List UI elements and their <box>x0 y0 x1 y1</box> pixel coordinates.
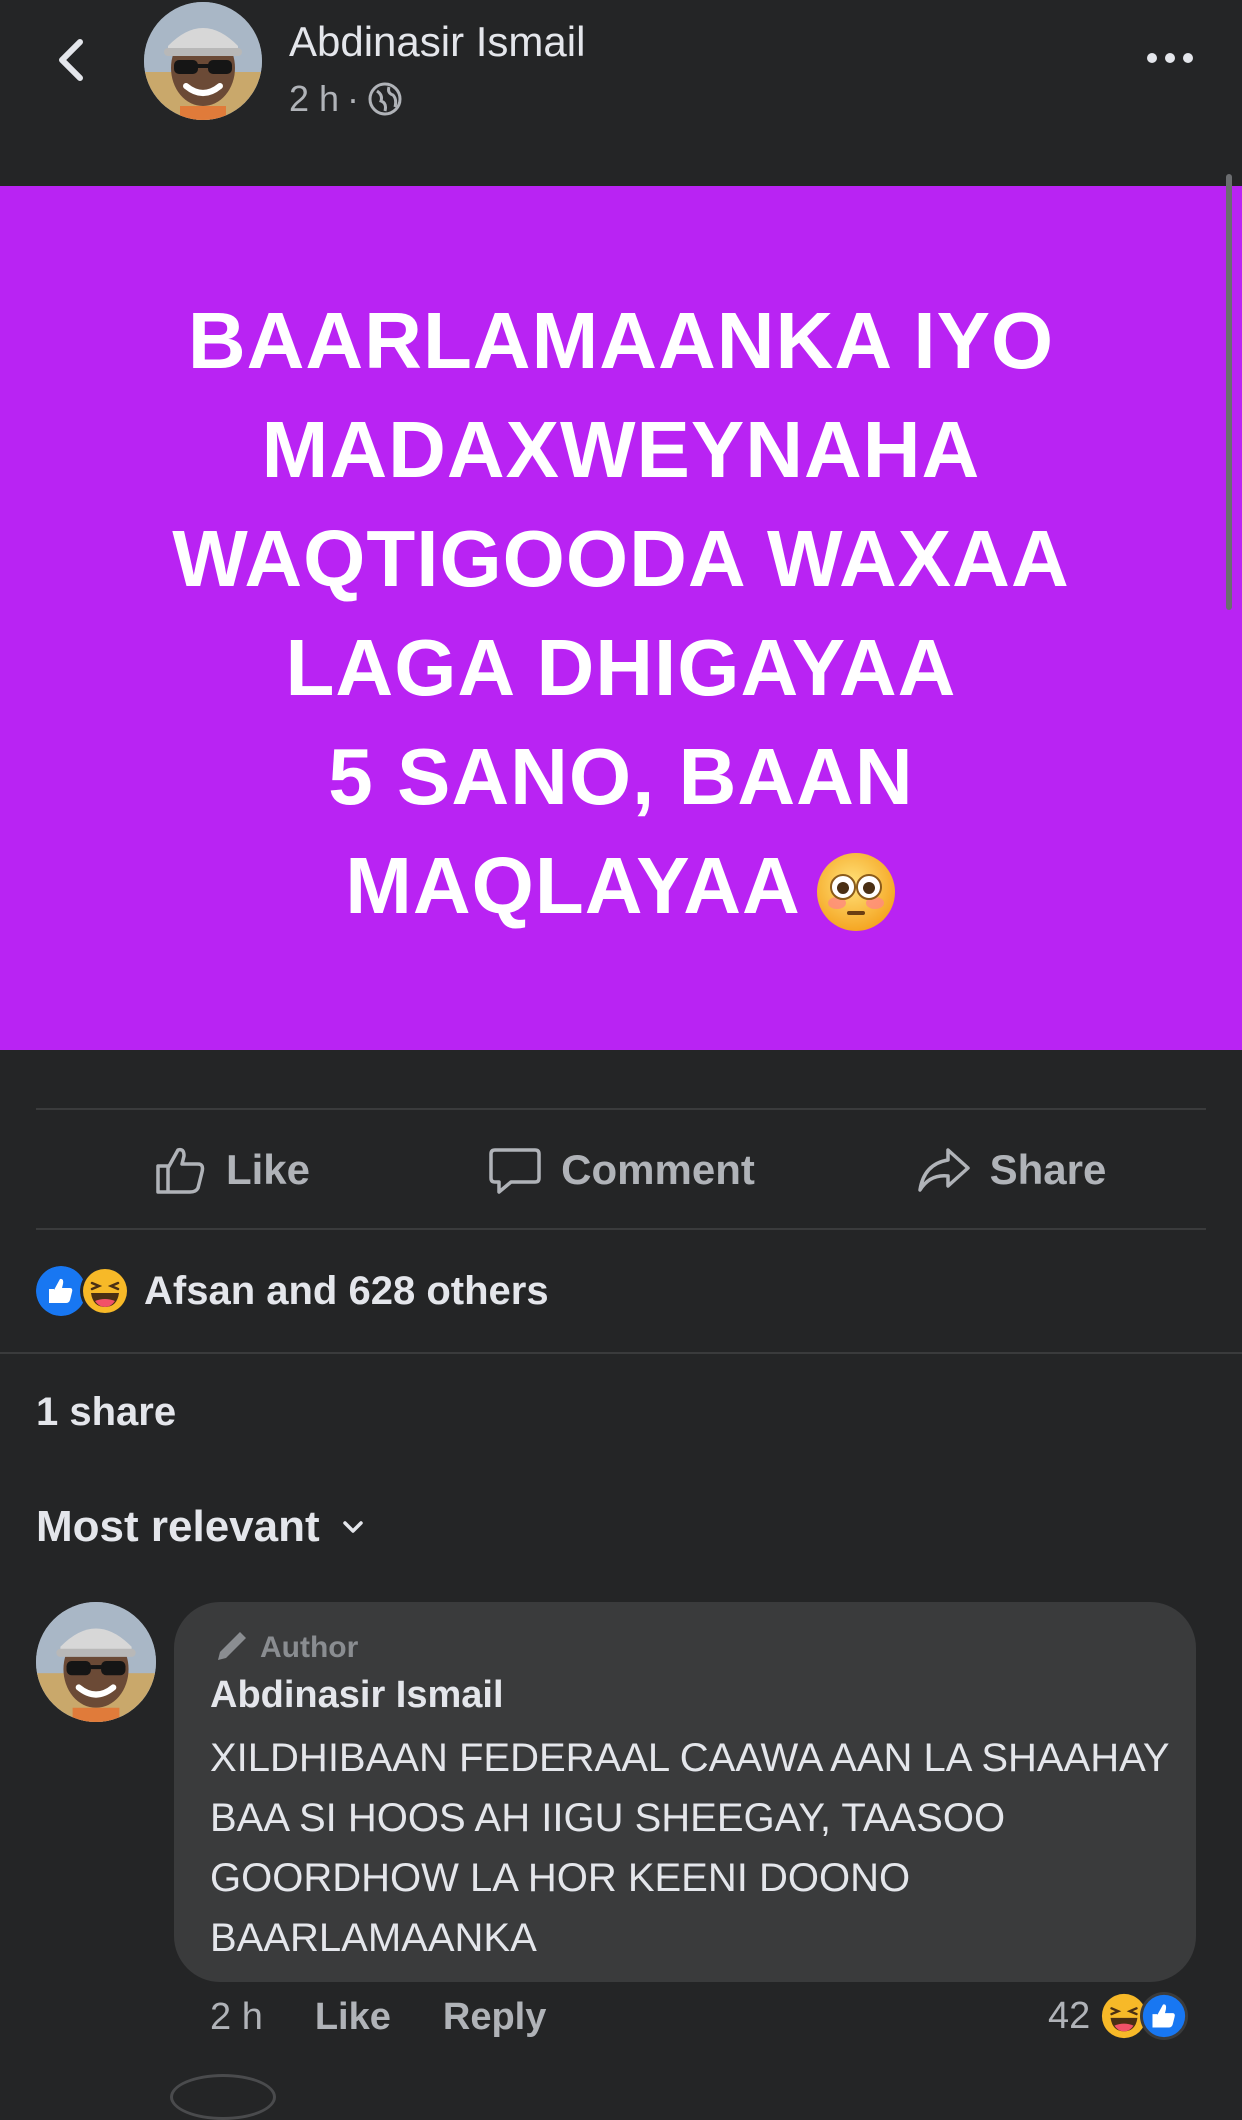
haha-reaction-icon <box>80 1266 130 1316</box>
comment-like-button[interactable]: Like <box>315 1996 391 2039</box>
post-text: BAARLAMAANKA IYO MADAXWEYNAHA WAQTIGOODA… <box>71 286 1171 940</box>
like-reaction-icon <box>36 1266 86 1316</box>
post-line: MADAXWEYNAHA <box>261 405 981 494</box>
sort-label: Most relevant <box>36 1502 320 1551</box>
comment-icon <box>489 1148 541 1194</box>
avatar[interactable] <box>144 2 262 120</box>
reactions-summary[interactable]: Afsan and 628 others <box>36 1266 549 1316</box>
share-arrow-icon <box>917 1148 970 1192</box>
reactions-text[interactable]: Afsan and 628 others <box>144 1269 549 1314</box>
post-header: Abdinasir Ismail 2 h · <box>0 0 1242 186</box>
globe-icon <box>368 82 402 116</box>
shares-count[interactable]: 1 share <box>36 1390 176 1435</box>
divider <box>0 1352 1242 1354</box>
commenter-avatar[interactable] <box>36 1602 156 1722</box>
like-label: Like <box>225 1146 311 1193</box>
share-button[interactable]: Share <box>816 1110 1206 1230</box>
post-line: LAGA DHIGAYAA <box>285 623 957 712</box>
post-line: 5 SANO, BAAN <box>328 732 914 821</box>
author-name[interactable]: Abdinasir Ismail <box>289 18 585 66</box>
comment-meta: 2 h Like Reply <box>210 1996 546 2039</box>
meta-separator: · <box>347 78 360 119</box>
commenter-name[interactable]: Abdinasir Ismail <box>210 1674 504 1717</box>
divider <box>36 1228 1206 1230</box>
comment-reactions[interactable]: 42 <box>1048 1992 1189 2040</box>
post-line: MAQLAYAA <box>345 841 801 930</box>
share-label: Share <box>989 1146 1107 1193</box>
like-reaction-icon <box>1140 1992 1189 2040</box>
author-badge: Author <box>210 1628 358 1668</box>
post-text-background[interactable]: BAARLAMAANKA IYO MADAXWEYNAHA WAQTIGOODA… <box>0 186 1242 1050</box>
scrollbar[interactable] <box>1226 174 1232 610</box>
more-horizontal-icon[interactable] <box>1140 38 1200 78</box>
chevron-down-icon <box>342 1521 363 1533</box>
chevron-left-icon[interactable] <box>44 30 104 90</box>
post-actions-bar: Like Comment Share <box>36 1110 1206 1230</box>
pencil-icon <box>218 1632 246 1660</box>
post-meta: 2 h · <box>289 78 403 120</box>
next-comment-avatar-partial <box>170 2074 276 2120</box>
post-line-last: MAQLAYAA <box>71 831 1171 940</box>
thumbs-up-icon <box>156 1147 205 1194</box>
post-time[interactable]: 2 h <box>289 78 339 120</box>
comment-label: Comment <box>561 1146 755 1193</box>
like-button[interactable]: Like <box>36 1110 426 1230</box>
post-line: BAARLAMAANKA IYO <box>187 296 1055 385</box>
comment-reply-button[interactable]: Reply <box>443 1996 546 2039</box>
comment-sort-dropdown[interactable]: Most relevant <box>36 1502 368 1552</box>
post-line: WAQTIGOODA WAXAA <box>172 514 1070 603</box>
author-badge-label: Author <box>260 1631 359 1664</box>
comment-text: XILDHIBAAN FEDERAAL CAAWA AAN LA SHAAHAY… <box>210 1736 1169 1960</box>
comment-button[interactable]: Comment <box>426 1110 816 1230</box>
comment-reaction-count: 42 <box>1048 1994 1091 2037</box>
flushed-face-emoji <box>816 852 895 931</box>
comment-time[interactable]: 2 h <box>210 1996 263 2039</box>
